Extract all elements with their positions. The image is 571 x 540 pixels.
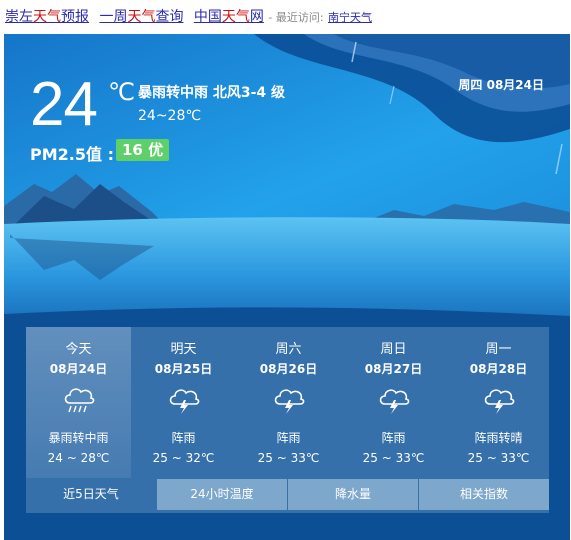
day-temp-range: 24 ~ 28℃: [47, 451, 110, 465]
day-condition: 阵雨: [171, 431, 196, 445]
current-date: 周四 08月24日: [458, 78, 544, 92]
day-temp-range: 25 ~ 33℃: [362, 451, 425, 465]
day-condition: 阵雨: [381, 431, 406, 445]
day-temp-range: 25 ~ 32℃: [152, 451, 215, 465]
tab-related-indices[interactable]: 相关指数: [419, 479, 549, 510]
pm25-label: PM2.5值 :: [30, 145, 114, 164]
forecast-day-saturday: 周六 08月26日 阵雨 25 ~ 33℃: [236, 327, 341, 478]
forecast-day-monday: 周一 08月28日 阵雨转晴 25 ~ 33℃: [446, 327, 551, 478]
forecast-day-today: 今天 08月24日 暴雨转中雨 24 ~ 28℃: [26, 327, 131, 478]
tab-24-hour-temperature[interactable]: 24小时温度: [157, 479, 287, 510]
thunderstorm-icon: [379, 389, 410, 414]
day-date: 08月24日: [49, 362, 108, 376]
recent-city-link[interactable]: 南宁天气: [328, 11, 372, 24]
day-condition: 阵雨转晴: [474, 431, 523, 445]
five-day-forecast: 今天 08月24日 暴雨转中雨 24 ~ 28℃ 明天 08月25日 阵雨 25…: [26, 327, 549, 513]
temperature-unit: ℃: [108, 78, 135, 106]
day-condition: 阵雨: [276, 431, 301, 445]
thunderstorm-icon: [169, 389, 200, 414]
chongzuo-forecast-link[interactable]: 崇左天气预报: [5, 9, 89, 25]
top-links-bar: 崇左天气预报 一周天气查询 中国天气网 - 最近访问: 南宁天气: [5, 6, 372, 28]
heavy-rain-icon: [64, 388, 95, 413]
aqi-badge: 16 优: [116, 139, 170, 161]
day-name: 周六: [275, 342, 302, 357]
day-temp-range: 25 ~ 33℃: [467, 451, 530, 465]
day-date: 08月26日: [259, 362, 318, 376]
recent-visit-label: - 最近访问:: [268, 11, 324, 24]
weather-panel: 24 ℃ 暴雨转中雨 北风3-4 级 24~28℃ 周四 08月24日 PM2.…: [4, 34, 570, 540]
forecast-day-tomorrow: 明天 08月25日 阵雨 25 ~ 32℃: [131, 327, 236, 478]
current-temp-range: 24~28℃: [138, 108, 202, 124]
tab-precipitation[interactable]: 降水量: [288, 479, 418, 510]
weekly-weather-link[interactable]: 一周天气查询: [99, 9, 183, 25]
forecast-tabs: 近5日天气 24小时温度 降水量 相关指数: [26, 479, 549, 510]
current-temperature: 24: [30, 70, 98, 139]
china-weather-link[interactable]: 中国天气网: [194, 9, 264, 25]
day-date: 08月25日: [154, 362, 213, 376]
forecast-day-sunday: 周日 08月27日 阵雨 25 ~ 33℃: [341, 327, 446, 478]
day-name: 明天: [170, 342, 197, 357]
thunderstorm-icon: [484, 389, 515, 414]
current-condition: 暴雨转中雨 北风3-4 级: [138, 85, 286, 101]
day-date: 08月27日: [364, 362, 423, 376]
day-condition: 暴雨转中雨: [48, 431, 109, 445]
day-name: 周日: [380, 342, 407, 357]
day-name: 周一: [485, 342, 512, 357]
tab-5-day-weather[interactable]: 近5日天气: [26, 479, 156, 510]
thunderstorm-icon: [274, 389, 305, 414]
day-temp-range: 25 ~ 33℃: [257, 451, 320, 465]
day-date: 08月28日: [469, 362, 528, 376]
day-name: 今天: [65, 342, 92, 357]
